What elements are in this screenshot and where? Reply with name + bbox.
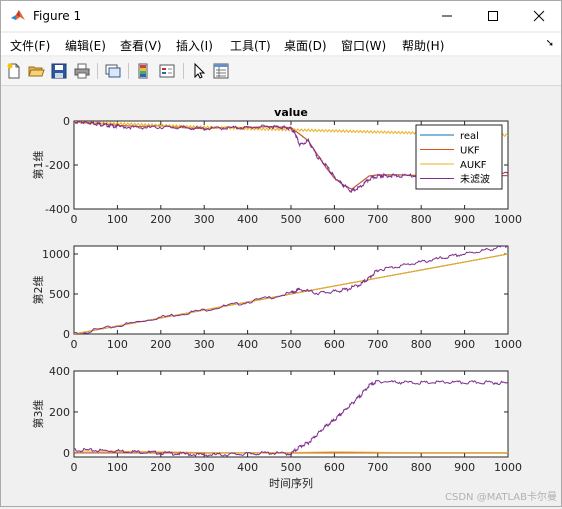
y-axis-label: 第2维 — [31, 276, 45, 305]
legend-label: AUKF — [460, 160, 487, 171]
legend: real UKF AUKF 未滤波 — [415, 124, 503, 190]
x-tick-label: 1000 — [494, 461, 522, 474]
legend-icon[interactable] — [158, 62, 176, 80]
x-tick-label: 200 — [150, 338, 171, 351]
pointer-icon[interactable] — [190, 62, 208, 80]
y-tick-label: -200 — [45, 159, 70, 172]
x-tick-label: 700 — [367, 213, 388, 226]
x-tick-label: 200 — [150, 213, 171, 226]
x-tick-label: 300 — [194, 461, 215, 474]
menu-window[interactable]: 窗口(W) — [341, 37, 386, 54]
x-tick-label: 800 — [411, 338, 432, 351]
y-tick-label: 400 — [49, 365, 70, 378]
x-tick-label: 600 — [324, 338, 345, 351]
menu-tools[interactable]: 工具(T) — [230, 37, 271, 54]
new-figure-icon[interactable] — [5, 62, 23, 80]
x-tick-label: 800 — [411, 213, 432, 226]
x-tick-label: 0 — [71, 461, 78, 474]
x-tick-label: 1000 — [494, 338, 522, 351]
x-tick-label: 400 — [237, 213, 258, 226]
figure-window: Figure 1 文件(F) 编辑(E) 查看(V) 插入(I) 工具(T) 桌… — [0, 0, 562, 507]
y-tick-label: 0 — [63, 115, 70, 128]
menu-insert[interactable]: 插入(I) — [176, 37, 213, 54]
close-button[interactable] — [516, 1, 562, 31]
x-tick-label: 400 — [237, 338, 258, 351]
window-title: Figure 1 — [33, 9, 82, 23]
menu-help[interactable]: 帮助(H) — [402, 37, 444, 54]
x-tick-label: 100 — [107, 213, 128, 226]
property-inspector-icon[interactable] — [212, 62, 230, 80]
copy-figure-icon[interactable] — [104, 62, 122, 80]
open-file-icon[interactable] — [27, 62, 45, 80]
x-tick-label: 900 — [454, 338, 475, 351]
x-tick-label: 500 — [281, 461, 302, 474]
axes-2: 0 100 200 300 400 500 600 700 800 900 1000 0 500 1000… — [31, 245, 522, 351]
x-tick-label: 0 — [71, 213, 78, 226]
menu-bar: 文件(F) 编辑(E) 查看(V) 插入(I) 工具(T) 桌面(D) 窗口(W… — [1, 33, 561, 55]
close-icon — [533, 10, 545, 22]
x-tick-label: 700 — [367, 338, 388, 351]
watermark: CSDN @MATLAB卡尔曼 — [445, 492, 557, 503]
y-tick-label: 500 — [49, 288, 70, 301]
legend-label: UKF — [460, 146, 480, 157]
axes-1: 0 100 200 300 400 500 600 700 800 900 1000 0 -200 -40… — [31, 106, 522, 226]
menu-edit[interactable]: 编辑(E) — [65, 37, 106, 54]
menu-desktop[interactable]: 桌面(D) — [284, 37, 327, 54]
print-icon[interactable] — [73, 62, 91, 80]
y-axis-label: 第1维 — [31, 151, 45, 180]
save-icon[interactable] — [50, 62, 68, 80]
toolbar-separator — [128, 63, 129, 79]
figure-canvas: 0 100 200 300 400 500 600 700 800 900 1000 0 -200 -40… — [2, 86, 560, 506]
x-tick-label: 600 — [324, 461, 345, 474]
y-axis-label: 第3维 — [31, 400, 45, 429]
x-axis-label: 时间序列 — [269, 476, 313, 490]
x-tick-label: 1000 — [494, 213, 522, 226]
minimize-button[interactable] — [424, 1, 470, 31]
axes-3: 0 100 200 300 400 500 600 700 800 900 1000 0 200 400 第… — [31, 365, 522, 490]
menu-overflow-arrow-icon[interactable]: ➘ — [546, 38, 554, 49]
maximize-button[interactable] — [470, 1, 516, 31]
x-tick-label: 100 — [107, 338, 128, 351]
x-tick-label: 900 — [454, 461, 475, 474]
x-tick-label: 400 — [237, 461, 258, 474]
x-tick-label: 300 — [194, 213, 215, 226]
colorbar-icon[interactable] — [135, 62, 153, 80]
y-tick-label: -400 — [45, 203, 70, 216]
toolbar-separator — [97, 63, 98, 79]
plot-area — [73, 370, 509, 458]
x-tick-label: 0 — [71, 338, 78, 351]
plot-area — [73, 245, 509, 335]
y-tick-label: 0 — [63, 447, 70, 460]
x-tick-label: 800 — [411, 461, 432, 474]
toolbar-separator — [183, 63, 184, 79]
y-tick-label: 0 — [63, 328, 70, 341]
x-tick-label: 900 — [454, 213, 475, 226]
x-tick-label: 300 — [194, 338, 215, 351]
plot-canvas: 0 100 200 300 400 500 600 700 800 900 10000-200-40… — [31, 106, 522, 490]
x-tick-label: 700 — [367, 461, 388, 474]
x-tick-label: 600 — [324, 213, 345, 226]
minimize-icon — [442, 15, 452, 17]
legend-label: 未滤波 — [460, 173, 490, 186]
x-tick-label: 200 — [150, 461, 171, 474]
menu-view[interactable]: 查看(V) — [120, 37, 162, 54]
x-tick-label: 500 — [281, 338, 302, 351]
chart-title: value — [274, 106, 308, 119]
x-tick-label: 500 — [281, 213, 302, 226]
x-tick-label: 100 — [107, 461, 128, 474]
y-tick-label: 200 — [49, 406, 70, 419]
legend-label: real — [460, 131, 479, 142]
maximize-icon — [488, 11, 498, 21]
title-bar: Figure 1 — [1, 1, 561, 31]
matlab-logo-icon — [11, 10, 25, 20]
y-tick-label: 1000 — [42, 248, 70, 261]
figure-toolbar — [1, 57, 561, 86]
menu-file[interactable]: 文件(F) — [10, 37, 50, 54]
